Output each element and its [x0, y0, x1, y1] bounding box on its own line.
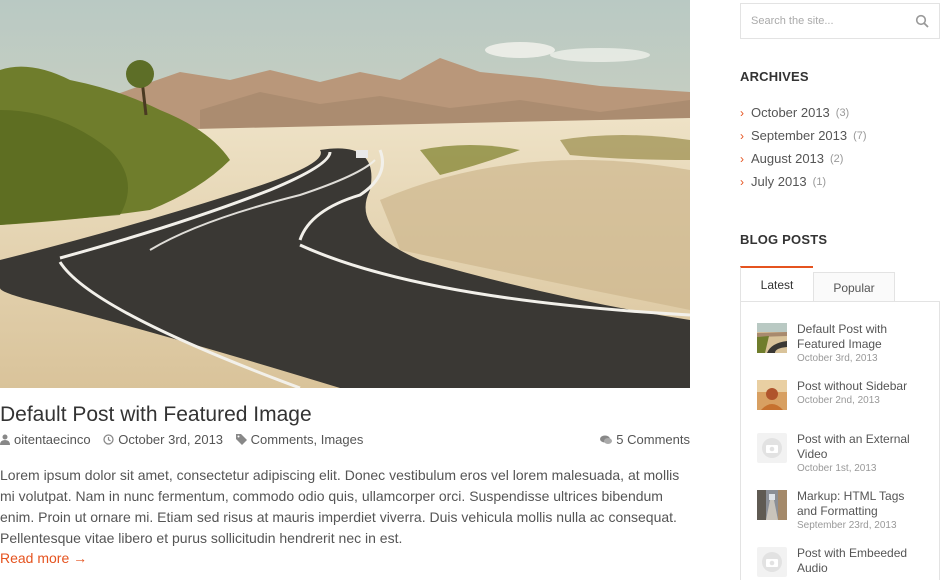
archives-title: ARCHIVES — [740, 69, 809, 84]
photo-thumbnail[interactable] — [757, 380, 787, 410]
recent-post-title[interactable]: Markup: HTML Tags and Formatting — [797, 489, 927, 519]
date-text: October 3rd, 2013 — [118, 432, 224, 447]
recent-post-date: October 1st, 2013 — [797, 463, 877, 474]
post-author[interactable]: oitentaecinco — [0, 432, 91, 447]
recent-post-item[interactable]: Default Post with Featured Image October… — [757, 322, 937, 379]
categories-link[interactable]: Comments, Images — [251, 432, 364, 447]
post-title[interactable]: Default Post with Featured Image — [0, 401, 690, 429]
archive-link[interactable]: October 2013 — [751, 105, 830, 120]
post-date: October 3rd, 2013 — [103, 432, 223, 447]
chevron-right-icon: › — [740, 151, 744, 166]
recent-post-title[interactable]: Post with an External Video — [797, 432, 927, 462]
archive-item[interactable]: › July 2013 (1) — [740, 170, 867, 193]
post-comments[interactable]: 5 Comments — [600, 432, 690, 447]
blog-posts-tabs: Latest Popular — [740, 266, 940, 302]
search-icon[interactable] — [915, 14, 929, 28]
post-meta: oitentaecinco October 3rd, 2013 Comments… — [0, 432, 690, 450]
recent-post-item[interactable]: Post with Embeeded Audio — [757, 546, 937, 580]
placeholder-camera-icon[interactable] — [757, 547, 787, 577]
clock-icon — [103, 434, 114, 445]
road-thumbnail[interactable] — [757, 323, 787, 353]
post-categories[interactable]: Comments, Images — [235, 432, 364, 447]
archive-count: (3) — [835, 106, 850, 119]
chevron-right-icon: › — [740, 174, 744, 189]
recent-posts-list: Default Post with Featured Image October… — [757, 322, 937, 580]
archive-count: (2) — [830, 152, 844, 165]
placeholder-camera-icon[interactable] — [757, 433, 787, 463]
archive-item[interactable]: › September 2013 (7) — [740, 124, 867, 147]
comments-icon — [600, 435, 613, 444]
read-more-link[interactable]: Read more → — [0, 550, 87, 566]
chevron-right-icon: › — [740, 105, 744, 120]
archive-link[interactable]: July 2013 — [751, 174, 807, 189]
recent-post-item[interactable]: Post without Sidebar October 2nd, 2013 — [757, 379, 937, 432]
archive-count: (1) — [812, 175, 827, 188]
archives-list: › October 2013 (3) › September 2013 (7) › Aug… — [740, 101, 867, 193]
recent-post-title[interactable]: Post with Embeeded Audio — [797, 546, 927, 576]
tab-popular[interactable]: Popular — [813, 272, 895, 302]
tag-icon — [235, 434, 247, 445]
street-thumbnail[interactable] — [757, 490, 787, 520]
archive-item[interactable]: › August 2013 (2) — [740, 147, 867, 170]
recent-post-date: October 3rd, 2013 — [797, 353, 878, 364]
search-box — [740, 3, 940, 39]
user-icon — [0, 434, 10, 445]
recent-post-date: October 2nd, 2013 — [797, 395, 880, 406]
recent-post-item[interactable]: Markup: HTML Tags and Formatting Septemb… — [757, 489, 937, 546]
recent-post-date: September 23rd, 2013 — [797, 520, 897, 531]
archive-link[interactable]: September 2013 — [751, 128, 847, 143]
post-excerpt: Lorem ipsum dolor sit amet, consectetur … — [0, 467, 680, 546]
archive-link[interactable]: August 2013 — [751, 151, 824, 166]
archive-count: (7) — [853, 129, 867, 142]
blog-posts-title: BLOG POSTS — [740, 232, 828, 247]
tab-latest[interactable]: Latest — [740, 266, 813, 302]
comments-link[interactable]: 5 Comments — [616, 432, 690, 447]
recent-post-title[interactable]: Post without Sidebar — [797, 379, 927, 394]
featured-image[interactable] — [0, 0, 690, 388]
author-link[interactable]: oitentaecinco — [14, 432, 91, 447]
recent-post-item[interactable]: Post with an External Video October 1st,… — [757, 432, 937, 489]
recent-post-title[interactable]: Default Post with Featured Image — [797, 322, 927, 352]
desert-road-photo — [0, 0, 690, 388]
chevron-right-icon: › — [740, 128, 744, 143]
archive-item[interactable]: › October 2013 (3) — [740, 101, 867, 124]
search-input[interactable] — [741, 4, 901, 38]
